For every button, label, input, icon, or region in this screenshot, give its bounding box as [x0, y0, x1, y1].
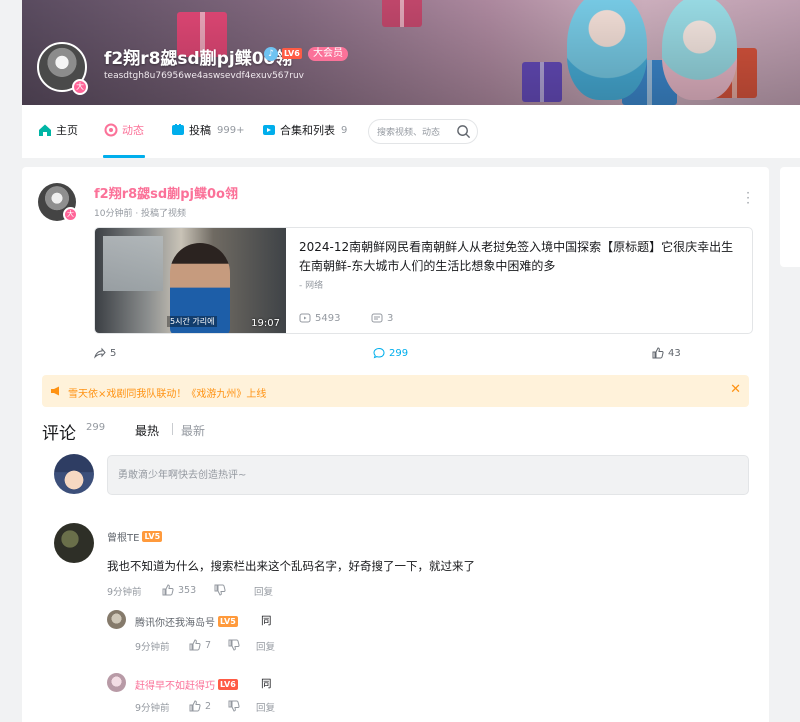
share-count: 5 — [110, 347, 117, 359]
danmaku-count: 3 — [387, 312, 394, 324]
reply-avatar[interactable] — [107, 673, 126, 692]
share-button[interactable]: 5 — [94, 347, 116, 359]
thumbs-up-icon — [189, 700, 201, 712]
dynamic-card: 大 f2翔r8勰sd蒯pj鲽0o翎 10分钟前 · 投稿了视频 · · · 5시간 … — [22, 167, 769, 722]
comment-input[interactable] — [107, 455, 749, 495]
commenter-avatar[interactable] — [54, 523, 94, 563]
tab-home-label: 主页 — [56, 124, 78, 137]
tab-collection-label: 合集和列表 — [280, 124, 335, 137]
danmaku-icon — [371, 313, 383, 323]
reply-username[interactable]: 腾讯你还我海岛号 — [135, 614, 215, 629]
notice-bar[interactable]: 雪天依×戏剧同我队联动！《戏游九州》上线 ✕ — [42, 375, 749, 407]
vip-badge[interactable]: 大会员 — [308, 47, 348, 61]
active-tab-indicator — [103, 155, 145, 158]
level-badge: LV5 — [218, 616, 238, 627]
thumbs-up-icon — [189, 639, 201, 651]
comment-dislike-button[interactable] — [214, 584, 226, 596]
close-icon[interactable]: ✕ — [730, 382, 741, 397]
video-views: 5493 — [299, 312, 340, 324]
view-count: 5493 — [315, 312, 341, 324]
tab-collection[interactable]: 合集和列表 9 — [262, 122, 347, 138]
comment-button[interactable]: 299 — [373, 347, 408, 359]
reply-time: 9分钟前 — [135, 703, 170, 714]
comment-like-button[interactable]: 353 — [162, 584, 196, 596]
video-danmaku: 3 — [371, 312, 393, 324]
thumbs-down-icon — [214, 584, 226, 596]
thumbs-up-icon — [652, 347, 664, 359]
like-count: 43 — [668, 347, 681, 359]
reply-user[interactable]: 赶得早不如赶得巧 LV6 — [135, 677, 238, 692]
tab-submit[interactable]: 投稿 999+ — [171, 122, 244, 138]
profile-signature: teasdtgh8u76956we4aswsevdf4exuv567ruv — [104, 71, 304, 81]
level-badge: LV6 — [218, 679, 238, 690]
comment-time: 9分钟前 — [107, 587, 142, 598]
video-thumbnail[interactable]: 5시간 가리에 19:07 — [95, 228, 286, 333]
reply-text: 同 — [261, 678, 272, 690]
thumbs-down-icon — [228, 639, 240, 651]
thumbs-up-icon — [162, 584, 174, 596]
side-panel — [780, 167, 800, 267]
reply-like-count: 2 — [205, 700, 212, 712]
tab-dynamic-label: 动态 — [122, 124, 144, 137]
level-badge: LV5 — [142, 531, 163, 542]
video-title[interactable]: 2024-12南朝鲜网民看南朝鲜人从老挝免签入境中国探索【原标题】它很庆幸出生在… — [299, 238, 745, 276]
reply-like-button[interactable]: 7 — [189, 639, 211, 651]
music-note-icon: ♪ — [264, 47, 278, 61]
megaphone-icon — [51, 386, 59, 396]
collection-icon — [263, 125, 275, 135]
home-icon — [39, 124, 51, 136]
comments-count: 299 — [86, 422, 106, 433]
commenter-name[interactable]: 曾根TE LV5 — [107, 529, 163, 544]
reply-time: 9分钟前 — [135, 642, 170, 653]
like-button[interactable]: 43 — [652, 347, 681, 359]
post-author-name[interactable]: f2翔r8勰sd蒯pj鲽0o翎 — [94, 183, 238, 202]
reply-like-button[interactable]: 2 — [189, 700, 211, 712]
reply-reply-button[interactable]: 回复 — [256, 700, 275, 714]
more-options-icon[interactable]: · · · — [744, 187, 752, 209]
thumbs-down-icon — [228, 700, 240, 712]
my-avatar[interactable] — [54, 454, 94, 494]
sort-new-tab[interactable]: 最新 — [181, 422, 205, 439]
comment-count: 299 — [389, 347, 409, 359]
sort-hot-tab[interactable]: 最热 — [135, 422, 159, 439]
vip-avatar-badge: 大 — [63, 207, 78, 222]
reply-dislike-button[interactable] — [228, 700, 240, 712]
video-icon — [172, 124, 184, 135]
video-category: - 网络 — [299, 281, 324, 291]
tab-home[interactable]: 主页 — [38, 122, 78, 138]
comment-like-count: 353 — [178, 584, 197, 596]
reply-avatar[interactable] — [107, 610, 126, 629]
play-count-icon — [299, 313, 311, 323]
video-card[interactable]: 5시간 가리에 19:07 2024-12南朝鲜网民看南朝鲜人从老挝免签入境中国… — [94, 227, 753, 334]
tab-dynamic[interactable]: 动态 — [104, 122, 144, 138]
comment-text: 我也不知道为什么，搜索栏出来这个乱码名字，好奇搜了一下，就过来了 — [107, 559, 475, 573]
comments-title: 评论 — [42, 424, 76, 444]
level-badge: LV6 — [282, 48, 302, 59]
search-box — [368, 119, 478, 145]
reply-reply-button[interactable]: 回复 — [256, 639, 275, 653]
profile-nav: 主页 动态 投稿 999+ 合集和列表 9 — [22, 105, 800, 158]
reply-like-count: 7 — [205, 639, 212, 651]
video-duration: 19:07 — [251, 318, 280, 329]
vip-avatar-badge: 大 — [72, 79, 88, 95]
reply-text: 同 — [261, 615, 272, 627]
tab-collection-count: 9 — [341, 124, 348, 136]
tab-submit-label: 投稿 — [189, 124, 211, 137]
reply-user[interactable]: 腾讯你还我海岛号 LV5 — [135, 614, 238, 629]
sort-divider — [172, 423, 173, 435]
tab-submit-count: 999+ — [217, 124, 245, 136]
dynamic-icon — [104, 123, 118, 137]
search-input[interactable] — [369, 121, 449, 145]
search-icon[interactable] — [456, 124, 471, 139]
reply-username[interactable]: 赶得早不如赶得巧 — [135, 677, 215, 692]
reply-button[interactable]: 回复 — [254, 584, 273, 598]
share-icon — [94, 347, 106, 359]
commenter-username[interactable]: 曾根TE — [107, 529, 139, 544]
reply-dislike-button[interactable] — [228, 639, 240, 651]
post-meta: 10分钟前 · 投稿了视频 — [94, 209, 187, 219]
notice-text[interactable]: 雪天依×戏剧同我队联动！《戏游九州》上线 — [68, 385, 266, 400]
thumbnail-caption: 5시간 가리에 — [167, 316, 218, 327]
comment-icon — [373, 347, 385, 359]
